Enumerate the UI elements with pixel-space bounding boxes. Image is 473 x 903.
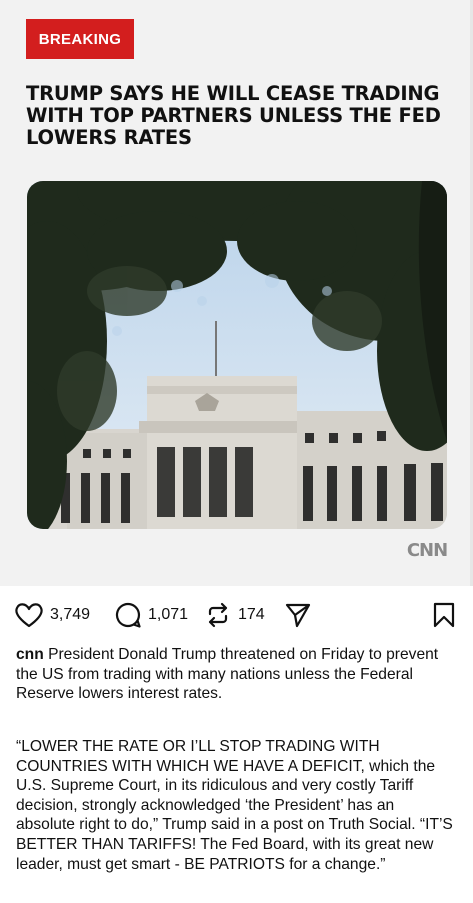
- caption-username[interactable]: cnn: [16, 646, 44, 663]
- repost-button[interactable]: 174: [204, 598, 265, 632]
- post-actions-bar: 3,749 1,071 174: [14, 598, 464, 632]
- bookmark-icon: [433, 602, 455, 628]
- cnn-logo: CNN: [406, 540, 448, 561]
- comment-count: 1,071: [148, 606, 189, 623]
- like-button[interactable]: 3,749: [14, 598, 90, 632]
- repost-count: 174: [238, 606, 265, 623]
- caption-lead-text: President Donald Trump threatened on Fri…: [16, 646, 439, 703]
- send-icon: [285, 603, 311, 628]
- federal-reserve-building-image: [27, 181, 447, 529]
- breaking-tag: BREAKING: [26, 19, 134, 59]
- heart-icon: [15, 603, 43, 628]
- comment-icon: [115, 602, 141, 628]
- news-photo[interactable]: [27, 181, 447, 529]
- post-card[interactable]: BREAKING TRUMP SAYS HE WILL CEASE TRADIN…: [0, 0, 473, 586]
- headline: TRUMP SAYS HE WILL CEASE TRADING WITH TO…: [26, 82, 441, 149]
- save-button[interactable]: [432, 598, 456, 632]
- caption-lead: cnn President Donald Trump threatened on…: [16, 645, 456, 704]
- share-button[interactable]: [284, 598, 312, 632]
- repost-icon: [208, 602, 228, 628]
- like-count: 3,749: [50, 606, 91, 623]
- caption-body: “LOWER THE RATE OR I’LL STOP TRADING WIT…: [16, 738, 453, 873]
- comment-button[interactable]: 1,071: [114, 598, 188, 632]
